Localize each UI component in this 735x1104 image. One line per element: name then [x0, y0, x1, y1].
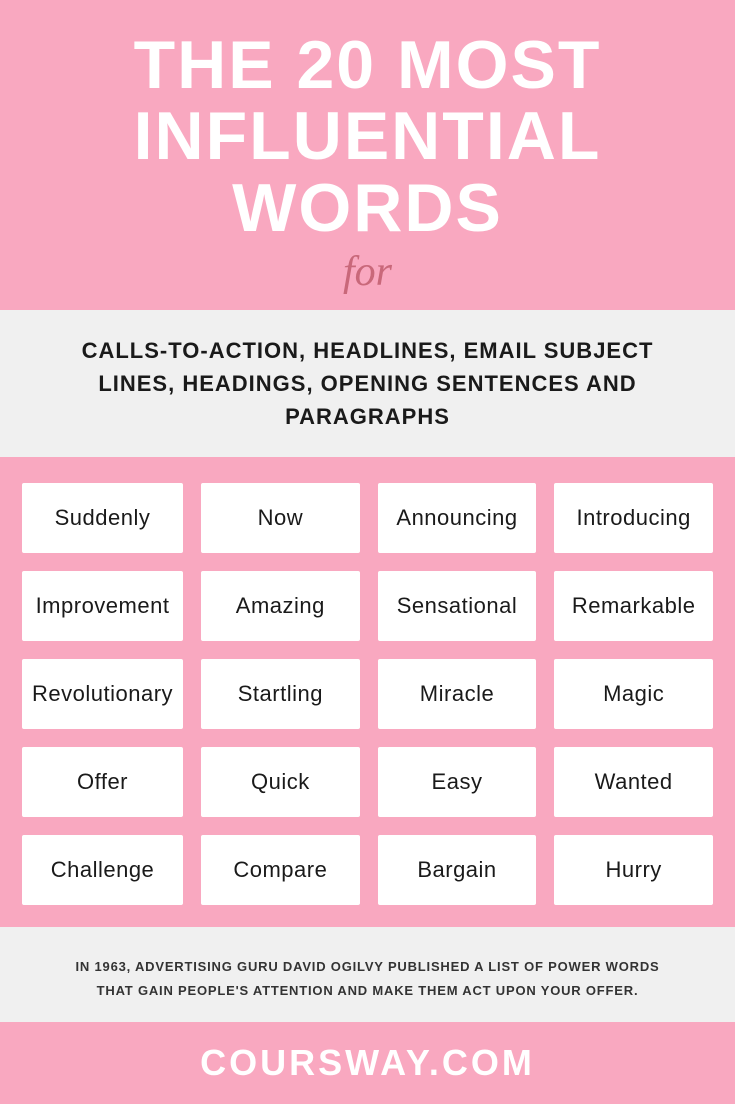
main-title: THE 20 MOST INFLUENTIAL WORDS	[20, 30, 715, 244]
word-card: Startling	[199, 657, 362, 731]
word-card: Miracle	[376, 657, 539, 731]
brand-name: COURSWAY.COM	[20, 1042, 715, 1084]
word-card: Challenge	[20, 833, 185, 907]
footer-section: IN 1963, ADVERTISING GURU DAVID OGILVY P…	[0, 927, 735, 1022]
subtitle-text: CALLS-TO-ACTION, HEADLINES, EMAIL SUBJEC…	[40, 334, 695, 433]
title-line2: INFLUENTIAL WORDS	[134, 98, 602, 245]
word-card: Improvement	[20, 569, 185, 643]
for-label: for	[20, 248, 715, 296]
word-card: Quick	[199, 745, 362, 819]
word-card: Easy	[376, 745, 539, 819]
word-card: Amazing	[199, 569, 362, 643]
word-card: Offer	[20, 745, 185, 819]
word-card: Introducing	[552, 481, 715, 555]
brand-section: COURSWAY.COM	[0, 1022, 735, 1104]
word-card: Wanted	[552, 745, 715, 819]
word-card: Announcing	[376, 481, 539, 555]
title-line1: THE 20 MOST	[134, 27, 602, 103]
word-card: Remarkable	[552, 569, 715, 643]
word-card: Hurry	[552, 833, 715, 907]
word-card: Magic	[552, 657, 715, 731]
word-card: Now	[199, 481, 362, 555]
word-card: Suddenly	[20, 481, 185, 555]
footer-description: IN 1963, ADVERTISING GURU DAVID OGILVY P…	[60, 955, 675, 1002]
word-card: Compare	[199, 833, 362, 907]
word-card: Sensational	[376, 569, 539, 643]
header-section: THE 20 MOST INFLUENTIAL WORDS for	[0, 0, 735, 310]
subtitle-section: CALLS-TO-ACTION, HEADLINES, EMAIL SUBJEC…	[0, 310, 735, 457]
words-grid: SuddenlyNowAnnouncingIntroducing Improvem…	[20, 481, 715, 907]
word-card: Bargain	[376, 833, 539, 907]
word-card: Revolutionary	[20, 657, 185, 731]
grid-section: SuddenlyNowAnnouncingIntroducing Improvem…	[0, 457, 735, 927]
